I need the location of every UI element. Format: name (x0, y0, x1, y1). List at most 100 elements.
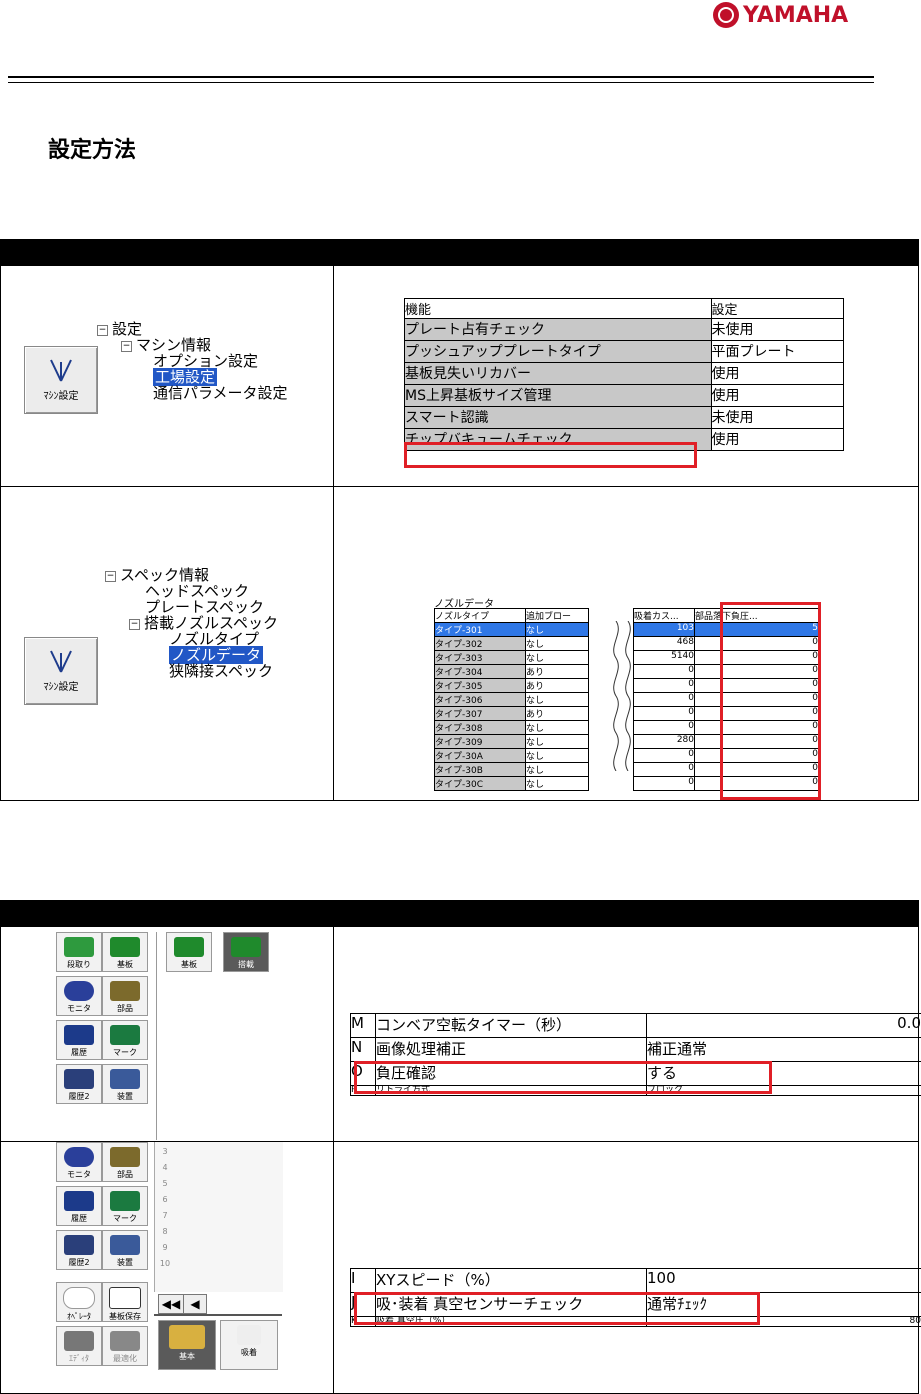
tree-item-head-spec[interactable]: ヘッドスペック (105, 583, 278, 599)
rewind-icon[interactable]: ◀◀ (158, 1294, 184, 1314)
tile-mount[interactable]: 搭載 (223, 932, 269, 972)
highlight-chip-vacuum-check (404, 442, 697, 468)
nozzle-header-blow[interactable]: 追加ブロー (525, 608, 589, 623)
machine-settings-icon (50, 650, 72, 673)
settings-tree: − 設定 − マシン情報 オプション設定 工場設定 通信パラメータ設定 (97, 321, 288, 401)
yamaha-tuning-fork-icon (713, 2, 739, 28)
yamaha-logo: YAMAHA (713, 2, 848, 28)
tile-suction[interactable]: 吸着 (220, 1320, 278, 1370)
grid-value[interactable]: 未使用 (710, 318, 845, 341)
grid-key: スマート認識 (404, 406, 712, 429)
tile-mark[interactable]: マーク (102, 1186, 148, 1226)
collapse-icon[interactable]: − (129, 619, 140, 630)
tile-monitor[interactable]: モニタ (56, 976, 102, 1016)
tree-item-machine-info[interactable]: − マシン情報 (97, 337, 288, 353)
section2-row1-right: M コンベア空転タイマー（秒） 0.0 N 画像処理補正 補正通常 O 負圧確認 する Pリ… (333, 926, 921, 1142)
section2-row2: 3 4 5 6 7 8 9 10 モニタ 部品 履歴 マーク 履歴2 装置 ｵﾍﾟﾚｰﾀ 基板… (0, 1141, 921, 1394)
grid-value[interactable]: 使用 (710, 384, 845, 407)
section2-header-right (333, 900, 919, 927)
section1-header (0, 239, 919, 266)
grid-value[interactable]: 平面プレート (710, 340, 845, 363)
section2-row1: 段取り 基板 モニタ 部品 履歴 マーク 履歴2 装置 基板 搭載 M コンベア空… (0, 926, 921, 1142)
tile-parts[interactable]: 部品 (102, 976, 148, 1016)
tile-history[interactable]: 履歴 (56, 1020, 102, 1060)
grid-key: 基板見失いリカバー (404, 362, 712, 385)
collapse-icon[interactable]: − (121, 341, 132, 352)
machine-settings-label: ﾏｼﾝ設定 (43, 682, 79, 693)
tree-item-factory-settings[interactable]: 工場設定 (97, 368, 288, 386)
param-row[interactable]: N 画像処理補正 補正通常 (350, 1037, 921, 1062)
section2-header (0, 900, 919, 927)
tile-history2[interactable]: 履歴2 (56, 1064, 102, 1104)
section1-row1-right: 機能 設定 プレート占有チェック 未使用 プッシュアッププレートタイプ 平面プレート … (333, 265, 919, 487)
grid-key: プッシュアッププレートタイプ (404, 340, 712, 363)
tile-history[interactable]: 履歴 (56, 1186, 102, 1226)
tree-item-spec-info[interactable]: − スペック情報 (105, 567, 278, 583)
collapse-icon[interactable]: − (105, 571, 116, 582)
tree-item-narrow-spec[interactable]: 狭隣接スペック (105, 663, 278, 679)
tree-item-nozzle-spec[interactable]: − 搭載ノズルスペック (105, 615, 278, 631)
highlight-negative-pressure-check (354, 1061, 772, 1094)
tile-parts[interactable]: 部品 (102, 1142, 148, 1182)
grid-value[interactable]: 使用 (710, 362, 845, 385)
tree-item-nozzle-type[interactable]: ノズルタイプ (105, 631, 278, 647)
tile-editor: ｴﾃﾞｨﾀ (56, 1326, 102, 1366)
grid-header-function[interactable]: 機能 (404, 298, 712, 319)
tile-monitor[interactable]: モニタ (56, 1142, 102, 1182)
param-row[interactable]: I XYスピード（%） 100 (350, 1268, 921, 1293)
tree-item-plate-spec[interactable]: プレートスペック (105, 599, 278, 615)
tile-basic[interactable]: 基本 (158, 1320, 216, 1370)
grid-value[interactable]: 未使用 (710, 406, 845, 429)
tile-board-edit[interactable]: 基板 (166, 932, 212, 972)
section2-header-left (0, 900, 334, 927)
grid-key: プレート占有チェック (404, 318, 712, 341)
tree-item-option-settings[interactable]: オプション設定 (97, 353, 288, 369)
back-icon[interactable]: ◀ (183, 1294, 207, 1314)
tile-mark[interactable]: マーク (102, 1020, 148, 1060)
section1-table: ﾏｼﾝ設定 − 設定 − マシン情報 オプション設定 工場設定 通信パラメータ設定 … (0, 239, 919, 801)
tile-device[interactable]: 装置 (102, 1064, 148, 1104)
section1-row2: − スペック情報 ヘッドスペック プレートスペック − 搭載ノズルスペック ノズルタ… (0, 486, 919, 801)
highlight-drop-pressure-column (720, 602, 821, 800)
machine-settings-icon (50, 359, 72, 382)
section1-row2-left: − スペック情報 ヘッドスペック プレートスペック − 搭載ノズルスペック ノズルタ… (0, 486, 334, 801)
section1-header-left (0, 239, 334, 266)
tile-history2[interactable]: 履歴2 (56, 1230, 102, 1270)
machine-settings-button[interactable]: ﾏｼﾝ設定 (24, 346, 98, 414)
wave-break-icon (613, 621, 631, 771)
section1-row2-right: ノズルデータ ノズルタイプ 追加ブロー 吸着カス... 部品落下負圧... タイ… (333, 486, 919, 801)
tile-operator[interactable]: ｵﾍﾟﾚｰﾀ (56, 1282, 102, 1322)
section2-table: 段取り 基板 モニタ 部品 履歴 マーク 履歴2 装置 基板 搭載 M コンベア空… (0, 900, 921, 1394)
section2-row2-right: I XYスピード（%） 100 J 吸･装着 真空センサーチェック 通常ﾁｪｯｸ K 吸着… (333, 1141, 921, 1394)
header-rule-thin (8, 82, 874, 83)
section1-header-right (333, 239, 919, 266)
section1-row1-left: ﾏｼﾝ設定 − 設定 − マシン情報 オプション設定 工場設定 通信パラメータ設定 (0, 265, 334, 487)
tree-item-comm-params[interactable]: 通信パラメータ設定 (97, 385, 288, 401)
grid-value[interactable]: 使用 (710, 428, 845, 451)
machine-settings-label: ﾏｼﾝ設定 (43, 391, 79, 402)
tree-item-settings[interactable]: − 設定 (97, 321, 288, 337)
grid-key: MS上昇基板サイズ管理 (404, 384, 712, 407)
section2-row2-left: 3 4 5 6 7 8 9 10 モニタ 部品 履歴 マーク 履歴2 装置 ｵﾍﾟﾚｰﾀ 基板… (0, 1141, 334, 1394)
tile-device[interactable]: 装置 (102, 1230, 148, 1270)
row-number-panel: 3 4 5 6 7 8 9 10 (154, 1142, 283, 1292)
header-rule (8, 76, 874, 78)
page-title: 設定方法 (48, 138, 137, 163)
tile-board[interactable]: 基板 (102, 932, 148, 972)
grid-header-setting[interactable]: 設定 (710, 298, 845, 319)
divider (154, 1314, 282, 1316)
section2-row1-left: 段取り 基板 モニタ 部品 履歴 マーク 履歴2 装置 基板 搭載 (0, 926, 334, 1142)
machine-settings-button[interactable]: ﾏｼﾝ設定 (24, 637, 98, 705)
function-settings-grid: 機能 設定 プレート占有チェック 未使用 プッシュアッププレートタイプ 平面プレート … (404, 298, 845, 451)
collapse-icon[interactable]: − (97, 325, 108, 336)
highlight-vacuum-sensor-check (354, 1292, 760, 1325)
section1-row1: ﾏｼﾝ設定 − 設定 − マシン情報 オプション設定 工場設定 通信パラメータ設定 … (0, 265, 919, 487)
nozzle-header-type[interactable]: ノズルタイプ (434, 608, 526, 623)
tree-item-nozzle-data[interactable]: ノズルデータ (105, 646, 278, 664)
tile-board-save[interactable]: 基板保存 (102, 1282, 148, 1322)
tile-optimize: 最適化 (102, 1326, 148, 1366)
param-row[interactable]: M コンベア空転タイマー（秒） 0.0 (350, 1013, 921, 1038)
spec-tree: − スペック情報 ヘッドスペック プレートスペック − 搭載ノズルスペック ノズルタ… (105, 567, 278, 679)
tile-setup[interactable]: 段取り (56, 932, 102, 972)
logo-text: YAMAHA (743, 2, 849, 28)
